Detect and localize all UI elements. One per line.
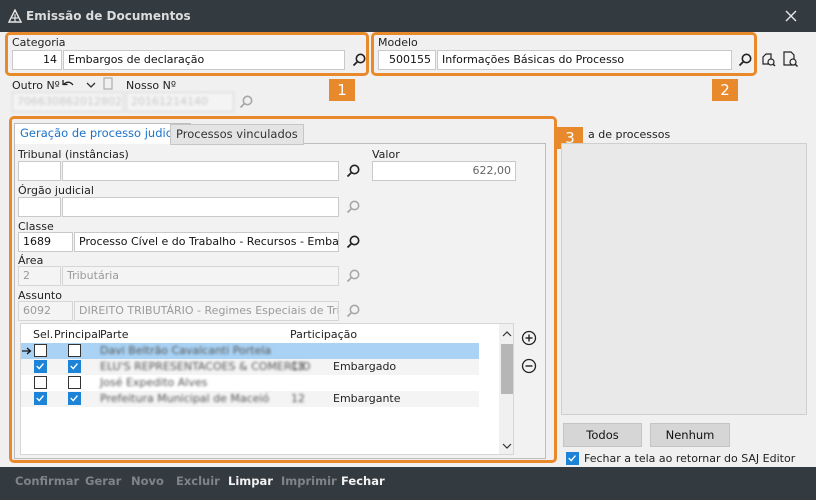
orgao-name-field[interactable]	[62, 197, 339, 217]
add-party-icon[interactable]	[521, 330, 537, 346]
nosso-numero-label: Nosso Nº	[126, 79, 177, 92]
principal-checkbox[interactable]	[68, 392, 81, 405]
col-header-principal: Principal	[54, 328, 101, 341]
participacao-value: Embargado	[333, 360, 397, 373]
valor-field[interactable]: 622,00	[372, 161, 516, 181]
undo-arrow-icon[interactable]	[60, 77, 76, 93]
modelo-label: Modelo	[378, 36, 418, 49]
assunto-search-icon[interactable]	[345, 303, 361, 319]
tribunal-label: Tribunal (instâncias)	[18, 148, 129, 161]
parte-name: ELU'S REPRESENTACOES & COMERCIO	[100, 360, 311, 373]
parte-doc: 13	[291, 360, 305, 373]
model-lookup-icon[interactable]	[760, 51, 776, 67]
col-header-participacao: Participação	[290, 328, 358, 341]
parte-name: Prefeitura Municipal de Maceió	[100, 392, 270, 405]
parte-name: José Expedito Alves	[100, 376, 208, 389]
tab-processos-vinculados[interactable]: Processos vinculados	[170, 124, 304, 145]
table-row[interactable]: Davi Beltrão Cavalcanti Portela	[21, 343, 479, 359]
modelo-code-field[interactable]: 500155	[378, 50, 436, 70]
badge-1: 1	[329, 79, 355, 101]
principal-checkbox[interactable]	[68, 360, 81, 373]
numero-search-icon[interactable]	[238, 94, 254, 110]
outro-numero-label: Outro Nº	[12, 79, 60, 92]
check-icon	[568, 455, 576, 462]
imprimir-button[interactable]: Imprimir	[281, 474, 337, 488]
categoria-name-field[interactable]: Embargos de declaração	[63, 50, 345, 70]
badge-2: 2	[712, 79, 738, 101]
processos-list[interactable]	[561, 143, 807, 415]
categoria-search-icon[interactable]	[351, 52, 367, 68]
check-icon	[70, 363, 78, 370]
close-icon[interactable]	[783, 8, 799, 24]
table-row[interactable]: Prefeitura Municipal de Maceió 12 Embarg…	[21, 391, 479, 407]
table-row[interactable]: ELU'S REPRESENTACOES & COMERCIO 13 Embar…	[21, 359, 479, 375]
orgao-code-field[interactable]	[18, 197, 61, 217]
tribunal-code-field[interactable]	[18, 161, 61, 181]
area-name-field[interactable]: Tributária	[62, 266, 339, 286]
tab-geracao-processo-judicial[interactable]: Geração de processo judicial	[14, 123, 192, 144]
title-bar: Emissão de Documentos	[0, 0, 816, 32]
sel-checkbox[interactable]	[34, 376, 47, 389]
sel-checkbox[interactable]	[34, 360, 47, 373]
gerar-button[interactable]: Gerar	[85, 474, 121, 488]
scroll-thumb[interactable]	[501, 344, 513, 394]
model-document-search-icon[interactable]	[782, 51, 798, 67]
check-icon	[36, 363, 44, 370]
fechar-ao-retornar-checkbox[interactable]	[566, 452, 579, 465]
parties-grid: Sel. Principal Parte Participação Davi B…	[20, 323, 514, 455]
lista-processos-label: a de processos	[588, 128, 671, 141]
check-icon	[70, 395, 78, 402]
parte-name: Davi Beltrão Cavalcanti Portela	[100, 344, 272, 357]
table-row[interactable]: José Expedito Alves	[21, 375, 479, 391]
categoria-code-field[interactable]: 14	[12, 50, 62, 70]
classe-code-field[interactable]: 1689	[18, 232, 73, 252]
area-code-field[interactable]: 2	[18, 266, 61, 286]
scroll-up-icon[interactable]	[499, 326, 514, 342]
scroll-down-icon[interactable]	[499, 438, 514, 454]
grid-scrollbar[interactable]	[499, 324, 514, 454]
classe-name-field[interactable]: Processo Cível e do Trabalho - Recursos …	[74, 232, 339, 252]
participacao-value: Embargante	[333, 392, 401, 405]
fechar-ao-retornar-label[interactable]: Fechar a tela ao retornar do SAJ Editor	[584, 452, 795, 465]
parte-doc: 12	[291, 392, 305, 405]
principal-checkbox[interactable]	[68, 376, 81, 389]
nenhum-button[interactable]: Nenhum	[650, 423, 730, 447]
col-header-parte: Parte	[100, 328, 129, 341]
area-search-icon[interactable]	[345, 268, 361, 284]
remove-party-icon[interactable]	[521, 358, 537, 374]
col-header-sel: Sel.	[33, 328, 54, 341]
todos-button[interactable]: Todos	[563, 423, 642, 447]
orgao-search-icon[interactable]	[345, 199, 361, 215]
orgao-label: Órgão judicial	[18, 184, 94, 197]
window-title: Emissão de Documentos	[26, 9, 191, 23]
saj-logo-icon	[8, 9, 22, 23]
valor-label: Valor	[372, 148, 400, 161]
assunto-name-field[interactable]: DIREITO TRIBUTÁRIO - Regimes Especiais d…	[74, 301, 339, 321]
categoria-label: Categoria	[12, 36, 66, 49]
tribunal-search-icon[interactable]	[345, 163, 361, 179]
copy-icon[interactable]	[100, 76, 116, 92]
modelo-name-field[interactable]: Informações Básicas do Processo	[437, 50, 732, 70]
confirmar-button[interactable]: Confirmar	[15, 474, 79, 488]
sel-checkbox[interactable]	[34, 344, 47, 357]
nosso-numero-field[interactable]: 20161214140	[126, 92, 234, 112]
novo-button[interactable]: Novo	[131, 474, 164, 488]
principal-checkbox[interactable]	[68, 344, 81, 357]
chevron-down-icon[interactable]	[83, 77, 99, 93]
excluir-button[interactable]: Excluir	[176, 474, 220, 488]
fechar-button[interactable]: Fechar	[341, 474, 385, 488]
outro-numero-field[interactable]: 7066308620128028	[12, 92, 124, 112]
current-row-arrow-icon	[22, 347, 32, 355]
modelo-search-icon[interactable]	[737, 52, 753, 68]
classe-search-icon[interactable]	[345, 234, 361, 250]
footer-action-bar: Confirmar Gerar Novo Excluir Limpar Impr…	[0, 467, 816, 500]
tribunal-name-field[interactable]	[62, 161, 339, 181]
limpar-button[interactable]: Limpar	[228, 474, 273, 488]
check-icon	[36, 395, 44, 402]
assunto-code-field[interactable]: 6092	[18, 301, 73, 321]
sel-checkbox[interactable]	[34, 392, 47, 405]
